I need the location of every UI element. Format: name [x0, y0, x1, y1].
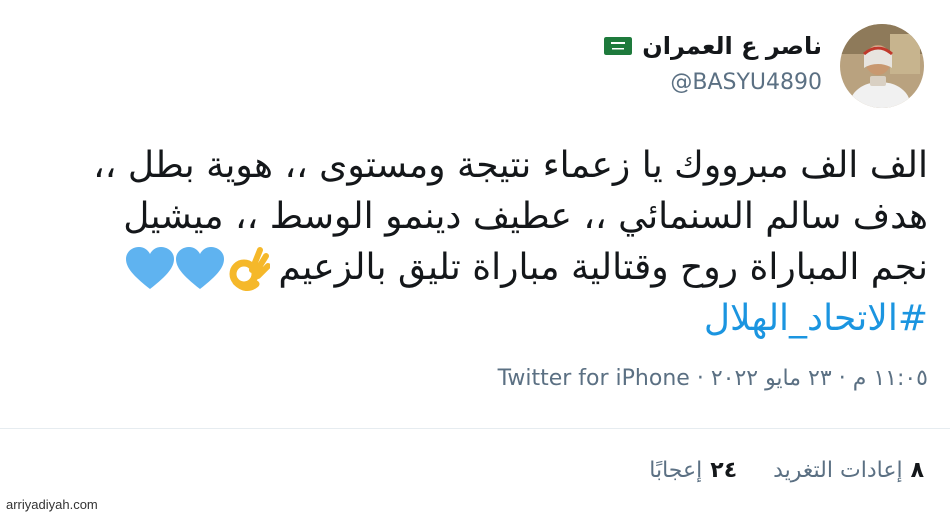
watermark: arriyadiyah.com — [6, 497, 98, 512]
tweet-line-2: هدف سالم السنمائي ،، عطيف دينمو الوسط ،،… — [123, 196, 928, 237]
tweet-line-1: الف الف مبرووك يا زعماء نتيجة ومستوى ،، … — [93, 145, 928, 186]
likes-count: ٢٤ — [710, 458, 738, 483]
meta-separator: · — [696, 366, 704, 391]
display-name[interactable]: ناصر ع العمران — [642, 32, 822, 60]
tweet-stats: ٨ إعادات التغريد ٢٤ إعجابًا — [649, 458, 924, 483]
blue-heart-emoji-icon — [126, 247, 175, 289]
retweets-label: إعادات التغريد — [773, 458, 903, 483]
likes-label: إعجابًا — [649, 458, 703, 483]
retweets-count: ٨ — [910, 458, 924, 483]
meta-separator: · — [838, 366, 846, 391]
divider — [0, 428, 950, 429]
avatar[interactable] — [840, 24, 924, 108]
tweet-line-3: نجم المباراة روح وقتالية مباراة تليق بال… — [18, 242, 928, 293]
user-handle[interactable]: @BASYU4890 — [670, 70, 822, 95]
tweet-source[interactable]: Twitter for iPhone — [498, 366, 690, 391]
profile-photo-icon — [840, 24, 924, 108]
saudi-flag-icon — [604, 37, 633, 55]
blue-heart-emoji-icon — [176, 247, 225, 289]
hashtag-link[interactable]: #الاتحاد_الهلال — [18, 293, 928, 344]
tweet-time[interactable]: ١١:٠٥ م — [853, 366, 928, 391]
author-name-row: ناصر ع العمران — [604, 32, 822, 60]
tweet-date[interactable]: ٢٣ مايو ٢٠٢٢ — [711, 366, 832, 391]
likes-stat[interactable]: ٢٤ إعجابًا — [649, 458, 737, 483]
tweet-text: الف الف مبرووك يا زعماء نتيجة ومستوى ،، … — [18, 140, 928, 344]
tweet-card: ناصر ع العمران @BASYU4890 الف الف مبرووك… — [0, 0, 950, 518]
retweets-stat[interactable]: ٨ إعادات التغريد — [773, 458, 924, 483]
ok-hand-emoji-icon — [229, 247, 271, 291]
tweet-line-3-text: نجم المباراة روح وقتالية مباراة تليق بال… — [278, 247, 928, 288]
emoji-group — [126, 246, 271, 292]
tweet-meta: ١١:٠٥ م · ٢٣ مايو ٢٠٢٢ · Twitter for iPh… — [498, 366, 928, 391]
